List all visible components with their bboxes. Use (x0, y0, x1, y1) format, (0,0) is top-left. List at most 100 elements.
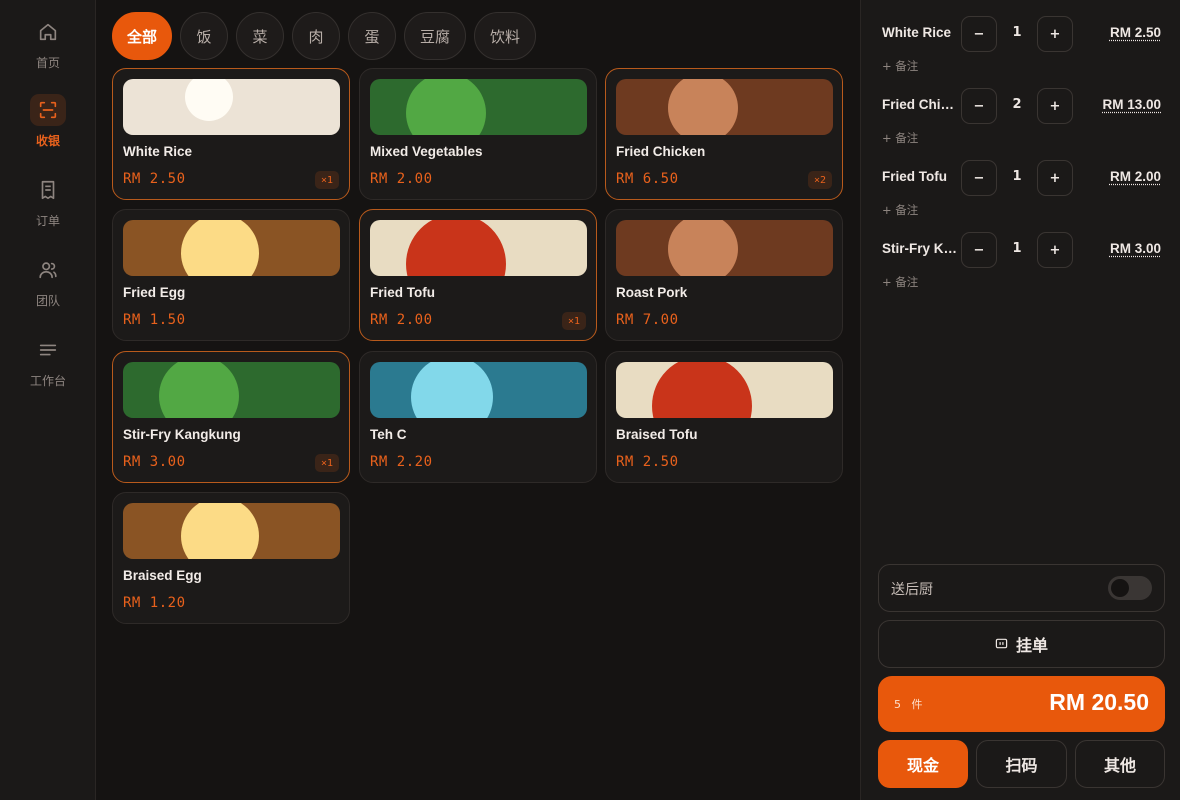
product-name: Fried Egg (123, 285, 186, 300)
receipt-icon (30, 174, 66, 206)
scan-icon (30, 94, 66, 126)
product-card[interactable]: Stir-Fry Kangkung RM 3.00 ×1 (112, 351, 350, 483)
grand-total: RM 20.50 (1049, 689, 1149, 715)
decrease-qty-button[interactable]: − (961, 160, 997, 196)
product-name: White Rice (123, 144, 193, 159)
cart-line-total[interactable]: RM 13.00 (1102, 97, 1161, 112)
item-count: 5 件 (894, 696, 923, 712)
cart-qty-badge: ×1 (314, 454, 339, 472)
product-price: RM 2.00 (370, 171, 433, 187)
product-card[interactable]: Fried Egg RM 1.50 (112, 209, 350, 341)
product-price: RM 2.20 (370, 454, 433, 470)
product-name: Roast Pork (616, 285, 688, 300)
product-card[interactable]: Braised Tofu RM 2.50 (605, 351, 843, 483)
cart-line-name: Fried Tofu (882, 169, 947, 184)
increase-qty-button[interactable]: + (1037, 160, 1073, 196)
increase-qty-button[interactable]: + (1037, 232, 1073, 268)
cart-line-qty: 2 (1012, 97, 1022, 112)
nav-item-workbench[interactable]: 工作台 (0, 334, 96, 389)
product-card[interactable]: Fried Chicken RM 6.50 ×2 (605, 68, 843, 200)
decrease-qty-button[interactable]: − (961, 16, 997, 52)
product-name: Teh C (370, 427, 407, 442)
decrease-qty-button[interactable]: − (961, 88, 997, 124)
category-chip-meat[interactable]: 肉 (292, 12, 340, 60)
add-note-link[interactable]: + 备注 (882, 274, 918, 290)
product-card[interactable]: Braised Egg RM 1.20 (112, 492, 350, 624)
product-card[interactable]: Roast Pork RM 7.00 (605, 209, 843, 341)
category-chip-drinks[interactable]: 饮料 (474, 12, 536, 60)
menu-lines-icon (30, 334, 66, 366)
cart-line-total[interactable]: RM 3.00 (1110, 241, 1161, 256)
product-image (370, 79, 587, 135)
cart-line: Stir-Fry Kangkung − 1 + RM 3.00 + 备注 (861, 232, 1180, 304)
product-name: Fried Chicken (616, 144, 706, 159)
cart-panel: White Rice − 1 + RM 2.50 + 备注 Fried Chic… (860, 0, 1180, 800)
product-price: RM 7.00 (616, 312, 679, 328)
product-price: RM 2.50 (616, 454, 679, 470)
category-chip-all[interactable]: 全部 (112, 12, 172, 60)
send-to-kitchen-row: 送后厨 (878, 564, 1165, 612)
sidebar-nav: 首页 收银 订单 团队 工作台 (0, 0, 96, 800)
decrease-qty-button[interactable]: − (961, 232, 997, 268)
pay-cash-button[interactable]: 现金 (878, 740, 968, 788)
checkout-button[interactable]: 5 件 RM 20.50 (878, 676, 1165, 732)
increase-qty-button[interactable]: + (1037, 88, 1073, 124)
product-price: RM 6.50 (616, 171, 679, 187)
nav-label-cashier: 收银 (35, 134, 60, 148)
category-chip-vegetable[interactable]: 菜 (236, 12, 284, 60)
add-note-link[interactable]: + 备注 (882, 202, 918, 218)
increase-qty-button[interactable]: + (1037, 16, 1073, 52)
hold-order-button[interactable]: 挂单 (878, 620, 1165, 668)
category-chip-egg[interactable]: 蛋 (348, 12, 396, 60)
add-note-link[interactable]: + 备注 (882, 130, 918, 146)
cart-line-total[interactable]: RM 2.50 (1110, 25, 1161, 40)
cart-line-name: White Rice (882, 25, 952, 40)
product-price: RM 1.20 (123, 595, 186, 611)
cart-qty-badge: ×1 (561, 312, 586, 330)
nav-item-orders[interactable]: 订单 (0, 174, 96, 229)
product-image (370, 362, 587, 418)
home-icon (30, 16, 66, 48)
item-count-value: 5 (894, 698, 901, 711)
pay-other-button[interactable]: 其他 (1075, 740, 1165, 788)
cart-line-total[interactable]: RM 2.00 (1110, 169, 1161, 184)
product-image (616, 362, 833, 418)
product-image (616, 220, 833, 276)
nav-label-home: 首页 (35, 56, 60, 70)
send-to-kitchen-toggle[interactable] (1108, 576, 1152, 600)
cart-line-name: Stir-Fry Kangkung (882, 241, 960, 256)
nav-item-cashier[interactable]: 收银 (0, 94, 96, 149)
nav-label-workbench: 工作台 (29, 374, 66, 388)
category-chip-tofu[interactable]: 豆腐 (404, 12, 466, 60)
cart-line-qty: 1 (1012, 25, 1022, 40)
product-name: Braised Egg (123, 568, 202, 583)
product-image (123, 220, 340, 276)
product-name: Mixed Vegetables (370, 144, 483, 159)
product-image (616, 79, 833, 135)
product-card[interactable]: Fried Tofu RM 2.00 ×1 (359, 209, 597, 341)
product-card[interactable]: Teh C RM 2.20 (359, 351, 597, 483)
cart-qty-badge: ×1 (314, 171, 339, 189)
send-to-kitchen-label: 送后厨 (891, 582, 933, 598)
cart-line-qty: 1 (1012, 169, 1022, 184)
product-name: Braised Tofu (616, 427, 698, 442)
nav-label-orders: 订单 (35, 214, 60, 228)
toggle-knob (1111, 579, 1129, 597)
cart-line-name: Fried Chicken (882, 97, 960, 112)
cart-line: White Rice − 1 + RM 2.50 + 备注 (861, 16, 1180, 88)
item-count-unit: 件 (911, 698, 923, 711)
product-card[interactable]: White Rice RM 2.50 ×1 (112, 68, 350, 200)
product-price: RM 3.00 (123, 454, 186, 470)
cart-line: Fried Chicken − 2 + RM 13.00 + 备注 (861, 88, 1180, 160)
nav-item-home[interactable]: 首页 (0, 16, 96, 71)
product-image (123, 362, 340, 418)
category-chip-rice[interactable]: 饭 (180, 12, 228, 60)
hold-order-label: 挂单 (1015, 636, 1048, 655)
nav-item-team[interactable]: 团队 (0, 254, 96, 309)
pay-qr-button[interactable]: 扫码 (976, 740, 1067, 788)
product-price: RM 2.50 (123, 171, 186, 187)
cart-line-qty: 1 (1012, 241, 1022, 256)
product-card[interactable]: Mixed Vegetables RM 2.00 (359, 68, 597, 200)
team-icon (30, 254, 66, 286)
add-note-link[interactable]: + 备注 (882, 58, 918, 74)
